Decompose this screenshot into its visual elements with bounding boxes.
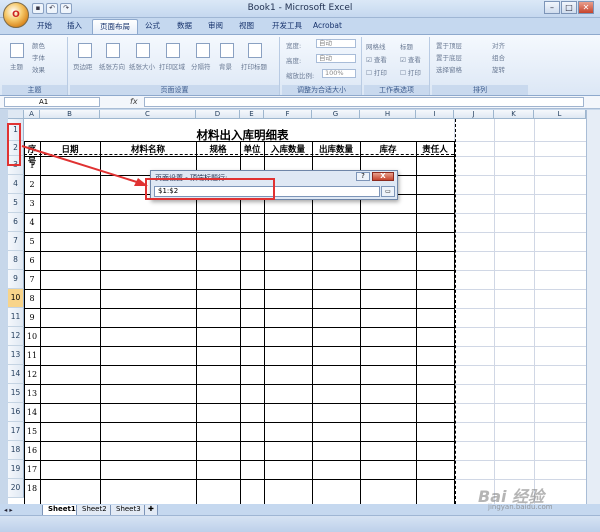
sheet-nav-icon[interactable]: ◂ ▸ <box>4 506 13 514</box>
status-bar <box>0 515 600 532</box>
annotation-arrow <box>21 145 148 186</box>
office-button[interactable]: O <box>3 2 29 28</box>
watermark-url: jingyan.baidu.com <box>488 503 553 511</box>
